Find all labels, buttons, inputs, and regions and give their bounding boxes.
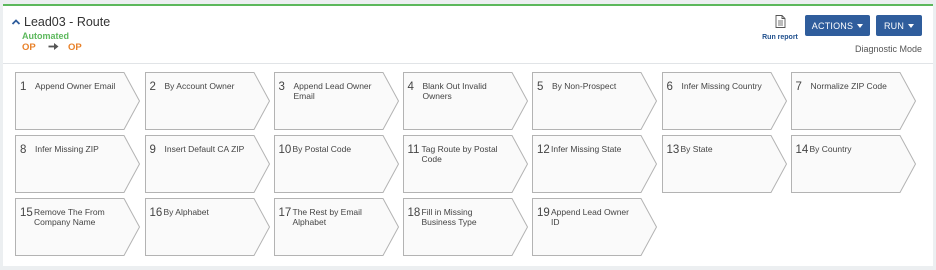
chevron-up-icon[interactable] <box>11 17 21 27</box>
step-number: 12 <box>537 144 550 156</box>
run-report-button[interactable]: Run report <box>762 15 798 41</box>
step-label: By Postal Code <box>292 144 352 154</box>
step-label: By State <box>680 144 713 154</box>
route-step-17[interactable]: 17 The Rest by Email Alphabet <box>273 198 399 256</box>
step-number: 16 <box>149 207 163 219</box>
route-header: Lead03 - Route Automated OP OP Run repor… <box>3 6 933 64</box>
step-label: By Non-Prospect <box>552 81 617 91</box>
route-step-13[interactable]: 13 By State <box>661 135 787 193</box>
caret-down-icon <box>908 23 915 28</box>
step-number: 17 <box>278 207 292 219</box>
step-number: 8 <box>20 144 27 156</box>
title-row[interactable]: Lead03 - Route <box>11 15 110 29</box>
actions-label: ACTIONS <box>811 20 854 31</box>
step-label: By Alphabet <box>163 207 209 217</box>
step-number: 7 <box>795 81 802 93</box>
route-step-7[interactable]: 7 Normalize ZIP Code <box>790 72 916 130</box>
document-icon <box>775 15 785 28</box>
step-label: Append Owner Email <box>35 81 116 91</box>
route-step-14[interactable]: 14 By Country <box>790 135 916 193</box>
step-number: 18 <box>407 207 421 219</box>
op-destination-logo: OP <box>68 42 82 51</box>
step-number: 6 <box>666 81 673 93</box>
route-step-8[interactable]: 8 Infer Missing ZIP <box>15 135 140 193</box>
step-number: 3 <box>278 81 285 93</box>
route-step-2[interactable]: 2 By Account Owner <box>144 72 270 130</box>
route-steps-grid: 1 Append Owner Email 2 By Account Owner 3 App… <box>15 72 925 262</box>
route-step-18[interactable]: 18 Fill in Missing Business Type <box>402 198 528 256</box>
run-report-label: Run report <box>762 34 798 41</box>
route-step-1[interactable]: 1 Append Owner Email <box>15 72 140 130</box>
actions-button[interactable]: ACTIONS <box>805 15 870 36</box>
route-step-4[interactable]: 4 Blank Out Invalid Owners <box>402 72 528 130</box>
route-panel: Lead03 - Route Automated OP OP Run repor… <box>3 4 933 266</box>
caret-down-icon <box>857 23 864 28</box>
step-label: By Country <box>809 144 852 154</box>
step-label: Fill in Missing Business Type <box>421 207 477 227</box>
route-step-15[interactable]: 15 Remove The From Company Name <box>15 198 140 256</box>
op-source-logo: OP <box>22 42 36 51</box>
step-label: Insert Default CA ZIP <box>164 144 245 154</box>
route-step-6[interactable]: 6 Infer Missing Country <box>661 72 787 130</box>
step-number: 9 <box>149 144 156 156</box>
route-step-10[interactable]: 10 By Postal Code <box>273 135 399 193</box>
run-label: RUN <box>883 20 905 31</box>
step-label: Infer Missing State <box>551 144 622 154</box>
step-label: By Account Owner <box>164 81 235 91</box>
route-step-5[interactable]: 5 By Non-Prospect <box>532 72 657 130</box>
route-step-16[interactable]: 16 By Alphabet <box>144 198 270 256</box>
step-number: 4 <box>407 81 414 93</box>
step-label: Append Lead Owner ID <box>551 207 629 227</box>
run-button[interactable]: RUN <box>876 15 922 36</box>
route-step-11[interactable]: 11 Tag Route by Postal Code <box>402 135 528 193</box>
step-label: The Rest by Email Alphabet <box>292 207 362 227</box>
step-label: Normalize ZIP Code <box>810 81 887 91</box>
arrow-right-icon <box>48 43 59 50</box>
step-label: Infer Missing ZIP <box>35 144 99 154</box>
step-number: 15 <box>20 207 33 219</box>
step-number: 13 <box>666 144 680 156</box>
step-label: Tag Route by Postal Code <box>421 144 498 164</box>
step-number: 10 <box>278 144 292 156</box>
op-destination-text: OP <box>68 42 82 51</box>
step-number: 5 <box>537 81 544 93</box>
step-label: Append Lead Owner Email <box>293 81 372 101</box>
step-number: 19 <box>537 207 550 219</box>
step-label: Remove The From Company Name <box>34 207 105 227</box>
route-step-3[interactable]: 3 Append Lead Owner Email <box>273 72 399 130</box>
step-number: 2 <box>149 81 156 93</box>
step-label: Infer Missing Country <box>681 81 762 91</box>
step-label: Blank Out Invalid Owners <box>422 81 487 101</box>
page-title: Lead03 - Route <box>24 15 111 29</box>
route-step-12[interactable]: 12 Infer Missing State <box>532 135 657 193</box>
step-number: 1 <box>20 81 27 93</box>
step-number: 14 <box>795 144 809 156</box>
route-step-19[interactable]: 19 Append Lead Owner ID <box>532 198 657 256</box>
source-destination-trail: OP OP <box>22 42 85 51</box>
diagnostic-mode-label: Diagnostic Mode <box>854 44 922 54</box>
route-step-9[interactable]: 9 Insert Default CA ZIP <box>144 135 270 193</box>
step-number: 11 <box>407 144 420 156</box>
op-source-text: OP <box>22 42 36 51</box>
status-label: Automated <box>22 31 69 41</box>
